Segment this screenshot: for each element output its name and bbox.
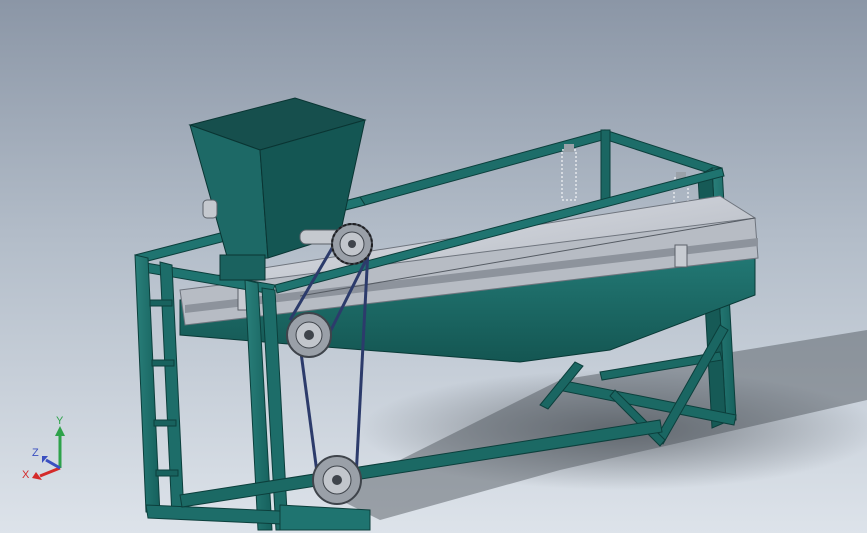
z-axis-label: Z — [32, 447, 39, 459]
x-axis-label: X — [22, 469, 30, 481]
middle-pulley[interactable] — [286, 312, 332, 358]
y-axis-label: Y — [56, 415, 64, 427]
x-axis-line — [39, 466, 61, 478]
y-axis-head — [55, 426, 65, 436]
top-pulley[interactable] — [331, 223, 373, 265]
vibrating-screen-model[interactable] — [0, 0, 867, 533]
bottom-pulley[interactable] — [312, 455, 362, 505]
cad-viewport[interactable]: Y Z X — [0, 0, 867, 533]
spring-left[interactable] — [561, 144, 577, 201]
z-axis-line — [45, 458, 61, 470]
coordinate-triad: Y Z X — [22, 415, 65, 481]
